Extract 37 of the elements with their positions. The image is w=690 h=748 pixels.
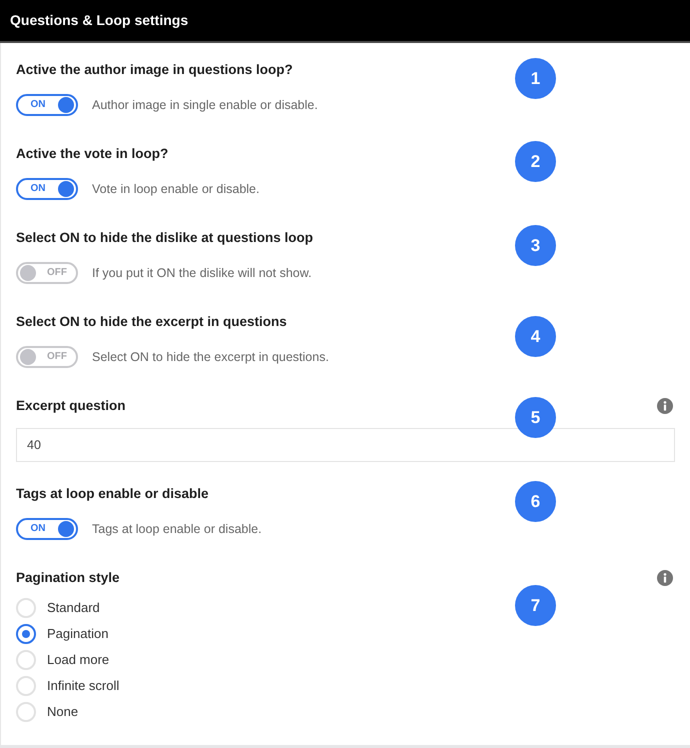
radio-label[interactable]: Pagination: [47, 624, 108, 644]
setting-description: Select ON to hide the excerpt in questions.: [92, 348, 329, 366]
setting-description: Tags at loop enable or disable.: [92, 520, 262, 538]
toggle-knob-icon: [58, 181, 74, 197]
setting-title: Pagination style: [16, 568, 120, 587]
number-badge: 3: [515, 225, 556, 266]
radio-label[interactable]: Standard: [47, 598, 100, 618]
radio-button[interactable]: [16, 624, 36, 644]
header-title: Questions & Loop settings: [10, 11, 188, 30]
number-badge: 7: [515, 585, 556, 626]
toggle-knob-icon: [58, 521, 74, 537]
toggle-switch[interactable]: ON: [16, 178, 78, 200]
number-input[interactable]: 40: [16, 428, 675, 462]
setting-description: If you put it ON the dislike will not show.: [92, 264, 312, 282]
number-badge: 1: [515, 58, 556, 99]
number-badge: 4: [515, 316, 556, 357]
info-icon[interactable]: [657, 570, 673, 586]
setting-title: Tags at loop enable or disable: [16, 484, 209, 503]
radio-label[interactable]: Load more: [47, 650, 110, 670]
setting-title: Select ON to hide the dislike at questions loop: [16, 228, 314, 247]
toggle-switch[interactable]: ON: [16, 518, 78, 540]
setting-title: Excerpt question: [16, 396, 126, 415]
setting-description: Author image in single enable or disable.: [92, 96, 318, 114]
toggle-knob-icon: [20, 265, 36, 281]
toggle-knob-icon: [58, 97, 74, 113]
number-badge: 5: [515, 397, 556, 438]
radio-label[interactable]: None: [47, 702, 78, 722]
toggle-switch[interactable]: ON: [16, 94, 78, 116]
toggle-knob-icon: [20, 349, 36, 365]
info-icon[interactable]: [657, 398, 673, 414]
setting-title: Select ON to hide the excerpt in questions: [16, 312, 287, 331]
number-badge: 6: [515, 481, 556, 522]
setting-title: Active the author image in questions loop?: [16, 60, 293, 79]
setting-description: Vote in loop enable or disable.: [92, 180, 260, 198]
number-badge: 2: [515, 141, 556, 182]
setting-title: Active the vote in loop?: [16, 144, 168, 163]
radio-label[interactable]: Infinite scroll: [47, 676, 120, 696]
